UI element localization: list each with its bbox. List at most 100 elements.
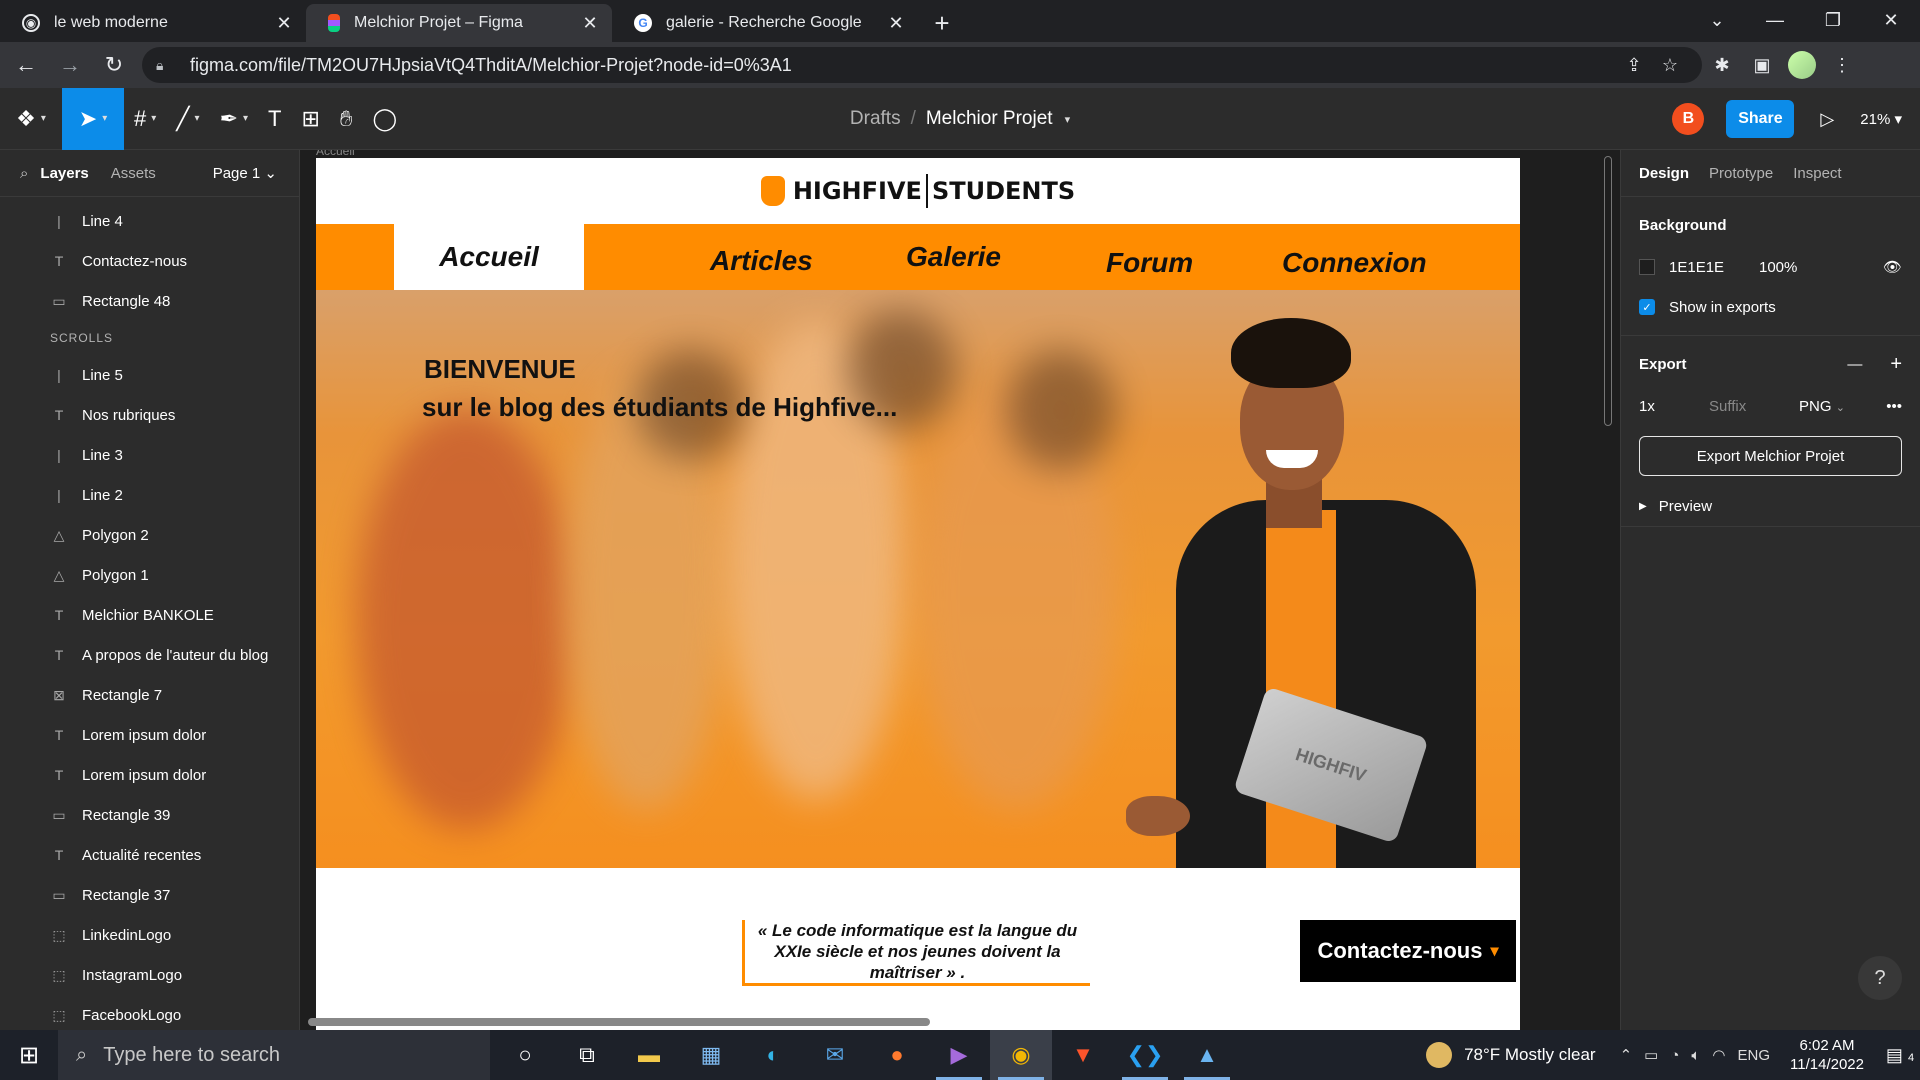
- side-panel-icon[interactable]: ▣: [1742, 47, 1782, 83]
- restore-icon[interactable]: ❐: [1804, 0, 1862, 40]
- cortana-icon[interactable]: ○: [494, 1030, 556, 1080]
- layer-row[interactable]: T A propos de l'auteur du blog: [0, 635, 299, 675]
- breadcrumb-drafts[interactable]: Drafts: [850, 108, 901, 130]
- visual-studio-icon[interactable]: ▶: [928, 1030, 990, 1080]
- minimize-icon[interactable]: —: [1746, 0, 1804, 40]
- photos-icon[interactable]: ▲: [1176, 1030, 1238, 1080]
- frame-tool-icon[interactable]: # ▾: [124, 88, 166, 150]
- tab-design[interactable]: Design: [1639, 165, 1689, 182]
- extensions-icon[interactable]: ✱: [1702, 47, 1742, 83]
- file-name[interactable]: Melchior Projet: [926, 108, 1053, 130]
- eye-icon[interactable]: 👁︎: [1883, 258, 1902, 276]
- more-options-icon[interactable]: •••: [1886, 398, 1902, 415]
- file-explorer-icon[interactable]: ▬: [618, 1030, 680, 1080]
- close-window-icon[interactable]: ✕: [1862, 0, 1920, 40]
- layer-row[interactable]: T Contactez-nous: [0, 241, 299, 281]
- tab-galerie-google[interactable]: G galerie - Recherche Google ✕: [612, 4, 918, 42]
- url-bar[interactable]: 🔒︎ figma.com/file/TM2OU7HJpsiaVtQ4ThditA…: [142, 47, 1702, 83]
- search-icon[interactable]: ⌕: [20, 165, 28, 182]
- nav-articles[interactable]: Articles: [710, 228, 813, 294]
- move-tool-icon[interactable]: ➤ ▾: [62, 87, 124, 150]
- forward-icon[interactable]: →: [52, 47, 88, 83]
- tab-assets[interactable]: Assets: [111, 165, 156, 182]
- tab-le-web-moderne[interactable]: ◉ le web moderne ✕: [0, 4, 306, 42]
- help-button[interactable]: ?: [1858, 956, 1902, 1000]
- task-view-icon[interactable]: ⧉: [556, 1030, 618, 1080]
- windows-start-icon[interactable]: ⊞: [0, 1030, 58, 1080]
- layer-section[interactable]: SCROLLS: [0, 321, 299, 355]
- show-in-exports-checkbox[interactable]: ✓: [1639, 299, 1655, 315]
- brave-icon[interactable]: ▼: [1052, 1030, 1114, 1080]
- present-play-icon[interactable]: ▷: [1820, 109, 1834, 130]
- chrome-icon[interactable]: ◉: [990, 1030, 1052, 1080]
- layer-row[interactable]: T Nos rubriques: [0, 395, 299, 435]
- weather-widget[interactable]: 78°F Mostly clear: [1426, 1042, 1596, 1068]
- resources-tool-icon[interactable]: ⊞: [291, 88, 329, 150]
- plus-icon[interactable]: +: [1890, 353, 1902, 376]
- layer-row[interactable]: | Line 2: [0, 475, 299, 515]
- preview-toggle[interactable]: ▶ Preview: [1621, 486, 1920, 526]
- text-tool-icon[interactable]: T: [258, 88, 291, 150]
- user-avatar[interactable]: B: [1672, 103, 1705, 135]
- edge-icon[interactable]: ◐: [742, 1030, 804, 1080]
- export-suffix-input[interactable]: Suffix: [1709, 398, 1799, 415]
- minus-icon[interactable]: —: [1847, 356, 1862, 373]
- export-format-select[interactable]: PNG ⌄: [1799, 398, 1886, 415]
- pen-tool-icon[interactable]: ✒ ▾: [210, 88, 258, 150]
- notification-center[interactable]: ▤ 4: [1880, 1045, 1920, 1066]
- layer-row[interactable]: ⊠ Rectangle 7: [0, 675, 299, 715]
- close-icon[interactable]: ✕: [886, 13, 906, 34]
- export-scale[interactable]: 1x: [1639, 398, 1709, 415]
- figma-menu-icon[interactable]: ❖ ▾: [0, 88, 62, 150]
- layer-row[interactable]: ▭ Rectangle 48: [0, 281, 299, 321]
- contact-button[interactable]: Contactez-nous ▾: [1300, 920, 1516, 982]
- comment-tool-icon[interactable]: ◯: [362, 88, 407, 150]
- accueil-frame[interactable]: HIGHFIVE STUDENTS Accueil Articles Galer…: [316, 158, 1520, 1030]
- menu-kebab-icon[interactable]: ⋮: [1822, 47, 1862, 83]
- close-icon[interactable]: ✕: [580, 13, 600, 34]
- nav-forum[interactable]: Forum: [1106, 230, 1193, 296]
- chevron-up-icon[interactable]: ⌃: [1620, 1046, 1633, 1064]
- nav-accueil[interactable]: Accueil: [394, 224, 584, 290]
- line-tool-icon[interactable]: ╱ ▾: [166, 88, 209, 150]
- page-selector[interactable]: Page 1 ⌄: [213, 164, 277, 182]
- firefox-icon[interactable]: ●: [866, 1030, 928, 1080]
- frame-label[interactable]: Accueil: [316, 150, 355, 158]
- reload-icon[interactable]: ↻: [96, 47, 132, 83]
- volume-icon[interactable]: 🔈︎: [1691, 1047, 1700, 1064]
- taskbar-search[interactable]: ⌕ Type here to search: [58, 1030, 490, 1080]
- color-swatch[interactable]: [1639, 259, 1655, 275]
- share-page-icon[interactable]: ⇪: [1616, 55, 1652, 76]
- layer-row[interactable]: ⬚ LinkedinLogo: [0, 915, 299, 955]
- vscode-icon[interactable]: ❮❯: [1114, 1030, 1176, 1080]
- mail-icon[interactable]: ✉: [804, 1030, 866, 1080]
- layer-row[interactable]: | Line 3: [0, 435, 299, 475]
- bookmark-star-icon[interactable]: ☆: [1652, 55, 1688, 76]
- hand-tool-icon[interactable]: ✋︎: [330, 88, 363, 150]
- back-icon[interactable]: ←: [8, 47, 44, 83]
- microsoft-store-icon[interactable]: ▦: [680, 1030, 742, 1080]
- share-button[interactable]: Share: [1726, 100, 1795, 138]
- layer-row[interactable]: T Actualité recentes: [0, 835, 299, 875]
- background-opacity[interactable]: 100%: [1759, 259, 1883, 276]
- layer-row[interactable]: ▭ Rectangle 37: [0, 875, 299, 915]
- clock[interactable]: 6:02 AM 11/14/2022: [1790, 1036, 1864, 1074]
- layer-row[interactable]: | Line 5: [0, 355, 299, 395]
- new-tab-button[interactable]: +: [924, 4, 960, 42]
- layer-row[interactable]: ▭ Rectangle 39: [0, 795, 299, 835]
- layer-row[interactable]: | Line 4: [0, 201, 299, 241]
- layer-row[interactable]: T Melchior BANKOLE: [0, 595, 299, 635]
- layer-row[interactable]: △ Polygon 1: [0, 555, 299, 595]
- nav-connexion[interactable]: Connexion: [1282, 230, 1427, 296]
- profile-avatar[interactable]: [1788, 51, 1816, 79]
- vertical-scrollbar[interactable]: [1604, 156, 1612, 426]
- layer-row[interactable]: △ Polygon 2: [0, 515, 299, 555]
- language-indicator[interactable]: ENG: [1738, 1047, 1771, 1064]
- layer-row[interactable]: T Lorem ipsum dolor: [0, 755, 299, 795]
- layer-row[interactable]: ⬚ InstagramLogo: [0, 955, 299, 995]
- lock-icon[interactable]: 🔒︎: [156, 57, 178, 74]
- chevron-down-icon[interactable]: ▾: [1065, 113, 1071, 126]
- tab-search-icon[interactable]: ⌄: [1688, 0, 1746, 40]
- nav-galerie[interactable]: Galerie: [906, 224, 1001, 290]
- close-icon[interactable]: ✕: [274, 13, 294, 34]
